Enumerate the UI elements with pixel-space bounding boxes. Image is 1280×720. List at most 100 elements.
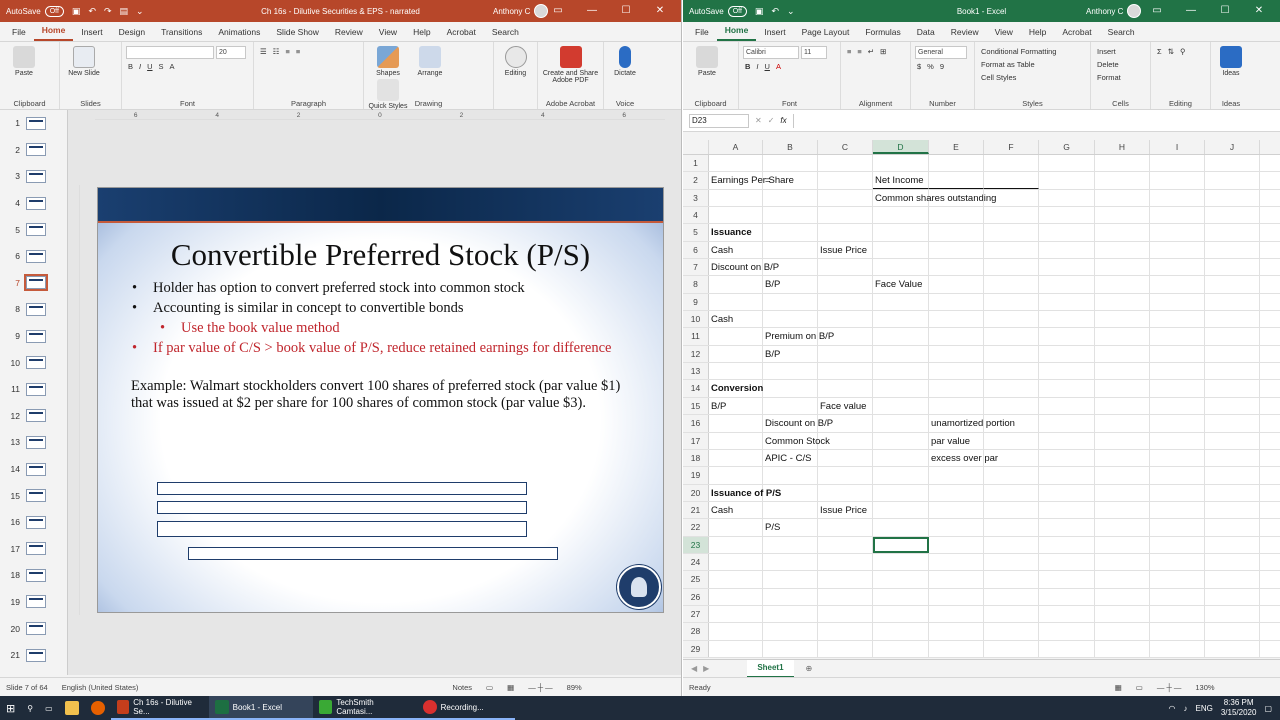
cell-D8[interactable]: Face Value	[873, 276, 929, 293]
cell-F14[interactable]	[984, 380, 1039, 397]
row-header[interactable]: 6	[683, 241, 709, 259]
autosave-toggle[interactable]: Off	[727, 5, 747, 17]
cancel-icon[interactable]: ✕	[755, 116, 762, 125]
cell-C29[interactable]	[818, 640, 873, 657]
tab-data[interactable]: Data	[909, 27, 943, 41]
cell-D1[interactable]	[873, 155, 929, 172]
tab-view[interactable]: View	[987, 27, 1021, 41]
select-all-corner[interactable]	[683, 140, 709, 154]
customize-icon[interactable]: ⌄	[787, 6, 795, 17]
cell-E28[interactable]	[929, 623, 984, 640]
slide-thumb[interactable]: 6	[0, 243, 67, 270]
row-header[interactable]: 29	[683, 640, 709, 657]
save-icon[interactable]: ▣	[72, 6, 81, 17]
cell-G16[interactable]	[1039, 415, 1095, 432]
slide-thumb[interactable]: 18	[0, 562, 67, 589]
cell-G1[interactable]	[1039, 155, 1095, 172]
add-sheet-icon[interactable]: ⊕	[806, 664, 813, 673]
cell-F7[interactable]	[984, 259, 1039, 276]
cell-G19[interactable]	[1039, 467, 1095, 484]
enter-icon[interactable]: ✓	[768, 116, 775, 125]
cell-D27[interactable]	[873, 605, 929, 623]
cell-C9[interactable]	[818, 293, 873, 311]
cell-A29[interactable]	[709, 640, 763, 657]
row-header[interactable]: 28	[683, 623, 709, 640]
answer-box[interactable]	[157, 482, 527, 495]
column-header[interactable]: C	[818, 140, 873, 154]
cell-F24[interactable]	[984, 553, 1039, 571]
page-layout-icon[interactable]: ▭	[1136, 683, 1143, 692]
cell-B19[interactable]	[763, 467, 818, 484]
cell-C27[interactable]	[818, 605, 873, 623]
tab-home[interactable]: Home	[716, 25, 757, 41]
cell-A14[interactable]: Conversion	[709, 380, 763, 397]
cell-B21[interactable]	[763, 501, 818, 519]
cell-C12[interactable]	[818, 345, 873, 363]
taskbar-camtasia[interactable]: TechSmith Camtasi...	[312, 696, 417, 720]
cell-A22[interactable]	[709, 519, 763, 536]
autosum-icon[interactable]: Σ	[1155, 46, 1164, 57]
cell-F5[interactable]	[984, 224, 1039, 241]
cell-H21[interactable]	[1095, 501, 1150, 519]
cell-G2[interactable]	[1039, 172, 1095, 189]
slide-thumb[interactable]: 11	[0, 376, 67, 403]
cell-E29[interactable]	[929, 640, 984, 657]
cell-C1[interactable]	[818, 155, 873, 172]
font-size-combo[interactable]: 11	[801, 46, 827, 59]
cell-A28[interactable]	[709, 623, 763, 640]
cell-G27[interactable]	[1039, 605, 1095, 623]
cell-B12[interactable]: B/P	[763, 345, 818, 363]
cell-C21[interactable]: Issue Price	[818, 501, 873, 519]
ribbon-options-icon[interactable]: ▭	[541, 0, 575, 22]
cell-H12[interactable]	[1095, 345, 1150, 363]
slide-thumb[interactable]: 20	[0, 615, 67, 642]
format-as-table-button[interactable]: Format as Table	[979, 59, 1058, 70]
cell-A3[interactable]	[709, 189, 763, 207]
cell-G18[interactable]	[1039, 449, 1095, 467]
cell-H13[interactable]	[1095, 363, 1150, 380]
slide-thumb[interactable]: 5	[0, 216, 67, 243]
row-header[interactable]: 17	[683, 432, 709, 449]
cell-E11[interactable]	[929, 328, 984, 345]
cell-B11[interactable]: Premium on B/P	[763, 328, 834, 345]
slide-thumb[interactable]: 3	[0, 163, 67, 190]
cell-G8[interactable]	[1039, 276, 1095, 293]
cell-G15[interactable]	[1039, 397, 1095, 415]
cell-H10[interactable]	[1095, 311, 1150, 328]
answer-box[interactable]	[188, 547, 558, 560]
cell-J10[interactable]	[1205, 311, 1260, 328]
excel-autosave[interactable]: AutoSave Off	[689, 5, 747, 17]
row-header[interactable]: 18	[683, 449, 709, 467]
cell-H26[interactable]	[1095, 588, 1150, 605]
worksheet-grid[interactable]: ABCDEFGHIJ 1 2 Earnings Per Share = Net Inco…	[683, 140, 1280, 658]
cell-C13[interactable]	[818, 363, 873, 380]
underline-button[interactable]: U	[763, 61, 772, 72]
cell-A24[interactable]	[709, 553, 763, 571]
tab-transitions[interactable]: Transitions	[153, 27, 210, 41]
cell-A26[interactable]	[709, 588, 763, 605]
cell-E12[interactable]	[929, 345, 984, 363]
slide-bullets[interactable]: Holder has option to convert preferred s…	[132, 279, 663, 357]
cell-J25[interactable]	[1205, 571, 1260, 588]
name-box[interactable]: D23	[689, 113, 749, 128]
cell-D26[interactable]	[873, 588, 929, 605]
cell-E7[interactable]	[929, 259, 984, 276]
cell-H14[interactable]	[1095, 380, 1150, 397]
cell-B8[interactable]: B/P	[763, 276, 818, 293]
language-indicator[interactable]: ENG	[1196, 704, 1213, 713]
cell-C3[interactable]	[818, 189, 873, 207]
cell-G17[interactable]	[1039, 432, 1095, 449]
row-header[interactable]: 2	[683, 172, 709, 189]
start-button[interactable]: ⊞	[0, 696, 21, 720]
tab-review[interactable]: Review	[327, 27, 371, 41]
search-button[interactable]: ⚲	[21, 696, 39, 720]
cell-B5[interactable]	[763, 224, 818, 241]
cell-H19[interactable]	[1095, 467, 1150, 484]
cell-J18[interactable]	[1205, 449, 1260, 467]
cell-I23[interactable]	[1150, 536, 1205, 553]
cell-A4[interactable]	[709, 207, 763, 224]
slide-thumb[interactable]: 21	[0, 642, 67, 669]
cell-D2[interactable]: Net Income	[873, 172, 929, 189]
cell-I1[interactable]	[1150, 155, 1205, 172]
sheet-tab[interactable]: Sheet1	[747, 659, 794, 678]
